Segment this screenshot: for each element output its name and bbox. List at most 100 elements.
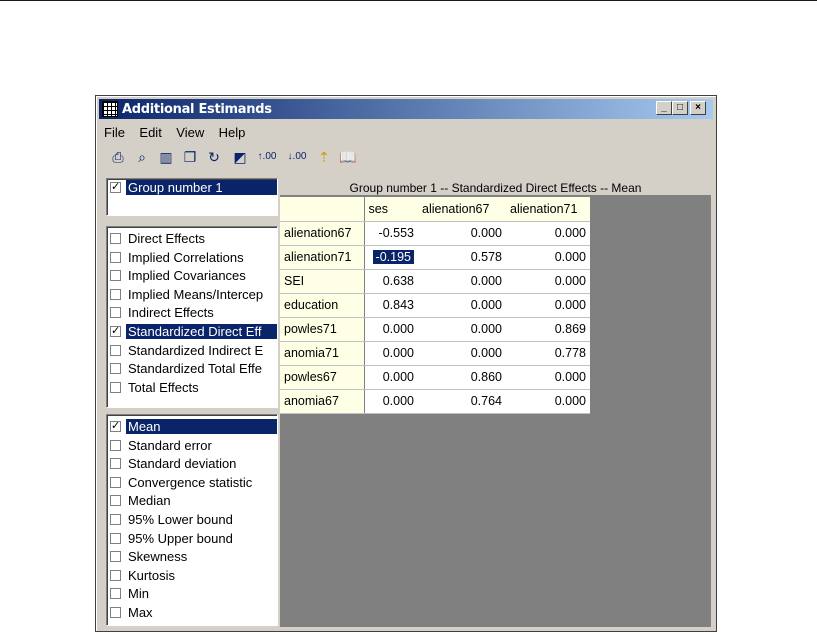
list-item-implied-covariances[interactable]: Implied Covariances — [107, 267, 277, 286]
refresh-icon[interactable]: ↻ — [204, 146, 224, 168]
checkbox-icon[interactable] — [110, 439, 121, 451]
menu-help[interactable]: Help — [214, 122, 251, 140]
list-item-total-effects[interactable]: Total Effects — [107, 379, 277, 398]
checkbox-checked-icon[interactable]: ✓ — [110, 421, 121, 432]
column-header-ses[interactable]: ses — [364, 197, 418, 222]
column-header-alienation71[interactable]: alienation71 — [506, 197, 590, 222]
row-header[interactable]: SEI — [280, 269, 365, 294]
checkbox-icon[interactable] — [110, 363, 121, 375]
checkbox-icon[interactable] — [110, 251, 121, 263]
table-cell[interactable]: 0.778 — [506, 341, 590, 366]
table-cell[interactable]: 0.000 — [364, 365, 418, 390]
table-cell[interactable]: 0.000 — [506, 269, 590, 294]
decimals-increase-icon[interactable]: ↑.00 — [254, 146, 280, 168]
row-header[interactable]: anomia67 — [280, 389, 365, 414]
table-cell[interactable]: 0.843 — [364, 293, 418, 318]
title-bar[interactable]: Additional Estimands _ □ × — [99, 99, 713, 119]
table-cell[interactable]: 0.578 — [418, 245, 506, 270]
row-header[interactable]: anomia71 — [280, 341, 365, 366]
list-item-standard-deviation[interactable]: Standard deviation — [107, 455, 277, 474]
print-preview-icon[interactable]: ⌕ — [132, 146, 152, 168]
list-item-standardized-indirect-effects[interactable]: Standardized Indirect E — [107, 342, 277, 361]
row-header[interactable]: education — [280, 293, 365, 318]
menu-edit[interactable]: Edit — [134, 122, 166, 140]
list-item-skewness[interactable]: Skewness — [107, 548, 277, 567]
export-icon[interactable]: ◩ — [230, 146, 250, 168]
help-book-icon[interactable]: 📖 — [338, 146, 358, 168]
print-icon[interactable]: ⎙ — [108, 146, 128, 168]
list-item-standard-error[interactable]: Standard error — [107, 437, 277, 456]
list-item-standardized-direct-effects[interactable]: ✓ Standardized Direct Eff — [107, 323, 277, 342]
checkbox-icon[interactable] — [110, 476, 121, 488]
checkbox-icon[interactable] — [110, 233, 121, 244]
table-cell[interactable]: 0.000 — [364, 341, 418, 366]
menu-view[interactable]: View — [171, 122, 209, 140]
checkbox-icon[interactable] — [110, 344, 121, 356]
table-cell[interactable]: 0.638 — [364, 269, 418, 294]
table-cell[interactable]: 0.000 — [418, 221, 506, 246]
table-cell[interactable]: 0.000 — [506, 389, 590, 414]
table-cell[interactable]: 0.000 — [418, 293, 506, 318]
table-cell[interactable]: 0.000 — [364, 317, 418, 342]
page-setup-icon[interactable]: ▥ — [156, 146, 176, 168]
row-header[interactable]: powles67 — [280, 365, 365, 390]
checkbox-icon[interactable] — [110, 551, 121, 563]
decimals-decrease-icon[interactable]: ↓.00 — [284, 146, 310, 168]
menu-file[interactable]: File — [99, 122, 130, 140]
checkbox-icon[interactable] — [110, 381, 121, 393]
table-cell[interactable]: 0.000 — [506, 293, 590, 318]
list-item-upper-bound[interactable]: 95% Upper bound — [107, 530, 277, 549]
close-button[interactable]: × — [690, 101, 706, 115]
list-item-implied-correlations[interactable]: Implied Correlations — [107, 249, 277, 268]
table-row: powles71 0.000 0.000 0.869 — [280, 317, 590, 342]
table-cell[interactable]: 0.000 — [418, 341, 506, 366]
maximize-button[interactable]: □ — [672, 101, 688, 115]
checkbox-icon[interactable] — [110, 606, 121, 618]
list-item-mean[interactable]: ✓ Mean — [107, 418, 277, 437]
table-cell[interactable]: 0.000 — [364, 389, 418, 414]
table-cell[interactable]: 0.000 — [506, 365, 590, 390]
checkbox-icon[interactable] — [110, 588, 121, 600]
checkbox-icon[interactable] — [110, 569, 121, 581]
checkbox-icon[interactable] — [110, 495, 121, 507]
checkbox-icon[interactable] — [110, 288, 121, 300]
list-item-standardized-total-effects[interactable]: Standardized Total Effe — [107, 360, 277, 379]
table-row: powles67 0.000 0.860 0.000 — [280, 365, 590, 390]
list-item-indirect-effects[interactable]: Indirect Effects — [107, 304, 277, 323]
row-header[interactable]: powles71 — [280, 317, 365, 342]
checkbox-icon[interactable] — [110, 307, 121, 319]
list-item-lower-bound[interactable]: 95% Lower bound — [107, 511, 277, 530]
list-item-implied-means[interactable]: Implied Means/Intercep — [107, 286, 277, 305]
list-item-max[interactable]: Max — [107, 604, 277, 623]
table-cell[interactable]: 0.869 — [506, 317, 590, 342]
table-cell[interactable]: 0.000 — [418, 317, 506, 342]
table-cell[interactable]: 0.000 — [418, 269, 506, 294]
table-cell-selected[interactable]: -0.195 — [364, 245, 418, 270]
checkbox-icon[interactable] — [110, 513, 121, 525]
checkbox-icon[interactable] — [110, 270, 121, 282]
list-item-median[interactable]: Median — [107, 492, 277, 511]
up-level-icon[interactable]: ⇡ — [314, 146, 334, 168]
table-cell[interactable]: 0.000 — [506, 221, 590, 246]
table-cell[interactable]: 0.764 — [418, 389, 506, 414]
table-cell[interactable]: 0.000 — [506, 245, 590, 270]
table-cell[interactable]: -0.553 — [364, 221, 418, 246]
list-item-min[interactable]: Min — [107, 585, 277, 604]
list-item-direct-effects[interactable]: Direct Effects — [107, 230, 277, 249]
table-cell[interactable]: 0.860 — [418, 365, 506, 390]
checkbox-checked-icon[interactable]: ✓ — [110, 182, 121, 193]
checkbox-icon[interactable] — [110, 458, 121, 470]
table-corner-cell — [280, 197, 365, 222]
row-header[interactable]: alienation67 — [280, 221, 365, 246]
copy-icon[interactable]: ❐ — [180, 146, 200, 168]
checkbox-checked-icon[interactable]: ✓ — [110, 325, 121, 337]
group-item[interactable]: ✓ Group number 1 — [107, 179, 277, 198]
list-item-kurtosis[interactable]: Kurtosis — [107, 567, 277, 586]
minimize-button[interactable]: _ — [656, 101, 672, 115]
column-header-alienation67[interactable]: alienation67 — [418, 197, 506, 222]
list-item-convergence-statistic[interactable]: Convergence statistic — [107, 474, 277, 493]
estimand-list: Direct Effects Implied Correlations Impl… — [106, 226, 278, 408]
table-row: anomia71 0.000 0.000 0.778 — [280, 341, 590, 366]
row-header[interactable]: alienation71 — [280, 245, 365, 270]
checkbox-icon[interactable] — [110, 532, 121, 544]
